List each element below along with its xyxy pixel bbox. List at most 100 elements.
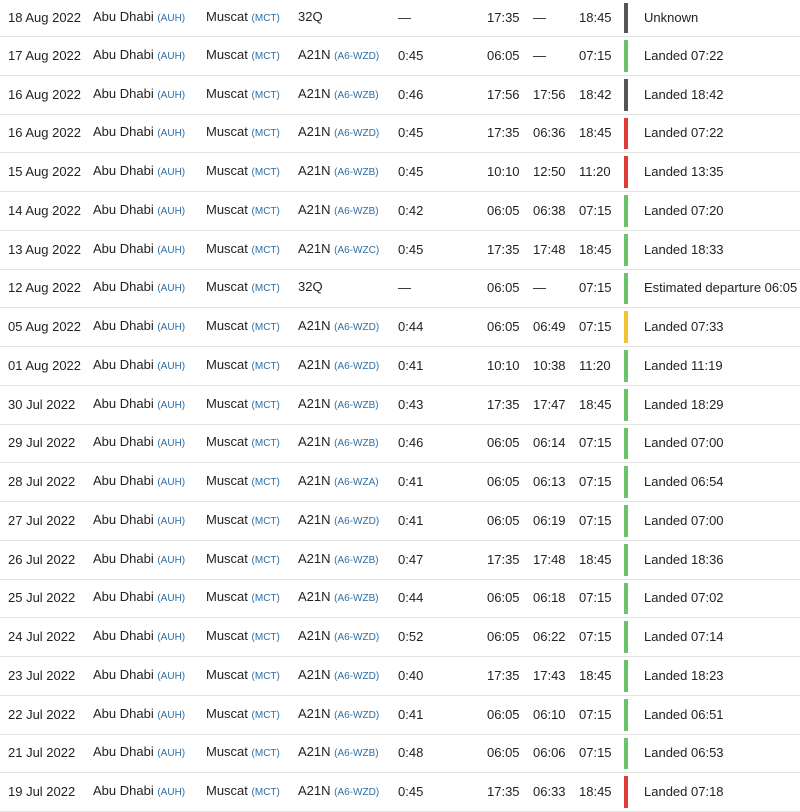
destination-code-link[interactable]: (MCT) xyxy=(252,322,280,333)
aircraft-registration-link[interactable]: (A6-WZB) xyxy=(334,167,378,178)
aircraft-registration-link[interactable]: (A6-WZD) xyxy=(334,51,379,62)
actual-departure: 12:50 xyxy=(533,164,566,180)
flight-row[interactable]: 19 Jul 2022 Abu Dhabi (AUH) Muscat (MCT)… xyxy=(0,773,800,812)
destination-city: Muscat xyxy=(206,46,248,62)
aircraft-registration-link[interactable]: (A6-WZB) xyxy=(334,206,378,217)
aircraft-registration-link[interactable]: (A6-WZD) xyxy=(334,632,379,643)
flight-row[interactable]: 16 Aug 2022 Abu Dhabi (AUH) Muscat (MCT)… xyxy=(0,76,800,115)
origin-code-link[interactable]: (AUH) xyxy=(157,90,185,101)
aircraft-registration-link[interactable]: (A6-WZD) xyxy=(334,128,379,139)
aircraft-registration-link[interactable]: (A6-WZC) xyxy=(334,245,379,256)
actual-departure: 06:19 xyxy=(533,512,566,528)
destination-code-link[interactable]: (MCT) xyxy=(252,361,280,372)
aircraft-registration-link[interactable]: (A6-WZA) xyxy=(334,477,378,488)
destination-code-link[interactable]: (MCT) xyxy=(252,748,280,759)
flight-status: Landed 06:51 xyxy=(644,706,724,722)
origin-code-link[interactable]: (AUH) xyxy=(157,400,185,411)
origin-code-link[interactable]: (AUH) xyxy=(157,206,185,217)
aircraft-type: A21N xyxy=(298,201,331,217)
flight-row[interactable]: 15 Aug 2022 Abu Dhabi (AUH) Muscat (MCT)… xyxy=(0,153,800,192)
destination-code-link[interactable]: (MCT) xyxy=(252,206,280,217)
aircraft: A21N (A6-WZB) xyxy=(298,434,379,452)
destination-code-link[interactable]: (MCT) xyxy=(252,400,280,411)
actual-departure: 06:33 xyxy=(533,784,566,800)
flight-status: Landed 07:18 xyxy=(644,784,724,800)
aircraft-registration-link[interactable]: (A6-WZD) xyxy=(334,671,379,682)
aircraft-registration-link[interactable]: (A6-WZB) xyxy=(334,438,378,449)
flight-row[interactable]: 27 Jul 2022 Abu Dhabi (AUH) Muscat (MCT)… xyxy=(0,502,800,541)
flight-duration: 0:40 xyxy=(398,667,424,683)
origin-code-link[interactable]: (AUH) xyxy=(157,13,185,24)
aircraft-registration-link[interactable]: (A6-WZB) xyxy=(334,593,378,604)
origin-code-link[interactable]: (AUH) xyxy=(157,477,185,488)
origin-code-link[interactable]: (AUH) xyxy=(157,361,185,372)
flight-row[interactable]: 12 Aug 2022 Abu Dhabi (AUH) Muscat (MCT)… xyxy=(0,270,800,309)
flight-row[interactable]: 30 Jul 2022 Abu Dhabi (AUH) Muscat (MCT)… xyxy=(0,386,800,425)
flight-row[interactable]: 13 Aug 2022 Abu Dhabi (AUH) Muscat (MCT)… xyxy=(0,231,800,270)
origin-code-link[interactable]: (AUH) xyxy=(157,555,185,566)
flight-row[interactable]: 23 Jul 2022 Abu Dhabi (AUH) Muscat (MCT)… xyxy=(0,657,800,696)
aircraft-registration-link[interactable]: (A6-WZB) xyxy=(334,555,378,566)
origin-code-link[interactable]: (AUH) xyxy=(157,516,185,527)
flight-row[interactable]: 17 Aug 2022 Abu Dhabi (AUH) Muscat (MCT)… xyxy=(0,37,800,76)
destination-code-link[interactable]: (MCT) xyxy=(252,13,280,24)
aircraft-registration-link[interactable]: (A6-WZB) xyxy=(334,400,378,411)
aircraft: A21N (A6-WZA) xyxy=(298,473,379,491)
aircraft-registration-link[interactable]: (A6-WZB) xyxy=(334,748,378,759)
destination-code-link[interactable]: (MCT) xyxy=(252,710,280,721)
origin-code-link[interactable]: (AUH) xyxy=(157,51,185,62)
destination-code-link[interactable]: (MCT) xyxy=(252,555,280,566)
destination-code-link[interactable]: (MCT) xyxy=(252,245,280,256)
destination-code-link[interactable]: (MCT) xyxy=(252,593,280,604)
flight-row[interactable]: 21 Jul 2022 Abu Dhabi (AUH) Muscat (MCT)… xyxy=(0,735,800,774)
flight-row[interactable]: 24 Jul 2022 Abu Dhabi (AUH) Muscat (MCT)… xyxy=(0,618,800,657)
origin-code-link[interactable]: (AUH) xyxy=(157,245,185,256)
destination-code-link[interactable]: (MCT) xyxy=(252,477,280,488)
flight-row[interactable]: 26 Jul 2022 Abu Dhabi (AUH) Muscat (MCT)… xyxy=(0,541,800,580)
flight-row[interactable]: 29 Jul 2022 Abu Dhabi (AUH) Muscat (MCT)… xyxy=(0,425,800,464)
destination-code-link[interactable]: (MCT) xyxy=(252,787,280,798)
origin-code-link[interactable]: (AUH) xyxy=(157,283,185,294)
flight-date: 12 Aug 2022 xyxy=(8,280,82,296)
destination-code-link[interactable]: (MCT) xyxy=(252,167,280,178)
origin-code-link[interactable]: (AUH) xyxy=(157,167,185,178)
origin-code-link[interactable]: (AUH) xyxy=(157,322,185,333)
destination-code-link[interactable]: (MCT) xyxy=(252,128,280,139)
aircraft-registration-link[interactable]: (A6-WZD) xyxy=(334,322,379,333)
aircraft-registration-link[interactable]: (A6-WZD) xyxy=(334,361,379,372)
aircraft-registration-link[interactable]: (A6-WZD) xyxy=(334,710,379,721)
aircraft-registration-link[interactable]: (A6-WZD) xyxy=(334,787,379,798)
scheduled-arrival: 07:15 xyxy=(579,629,612,645)
flight-row[interactable]: 22 Jul 2022 Abu Dhabi (AUH) Muscat (MCT)… xyxy=(0,696,800,735)
destination-code-link[interactable]: (MCT) xyxy=(252,632,280,643)
origin-code-link[interactable]: (AUH) xyxy=(157,593,185,604)
flight-row[interactable]: 14 Aug 2022 Abu Dhabi (AUH) Muscat (MCT)… xyxy=(0,192,800,231)
origin-code-link[interactable]: (AUH) xyxy=(157,671,185,682)
origin-code-link[interactable]: (AUH) xyxy=(157,632,185,643)
flight-status: Landed 07:00 xyxy=(644,512,724,528)
origin-code-link[interactable]: (AUH) xyxy=(157,128,185,139)
flight-status: Unknown xyxy=(644,10,699,25)
flight-row[interactable]: 05 Aug 2022 Abu Dhabi (AUH) Muscat (MCT)… xyxy=(0,308,800,347)
destination-city: Muscat xyxy=(206,744,248,760)
destination-code-link[interactable]: (MCT) xyxy=(252,671,280,682)
aircraft-registration-link[interactable]: (A6-WZD) xyxy=(334,516,379,527)
flight-row[interactable]: 28 Jul 2022 Abu Dhabi (AUH) Muscat (MCT)… xyxy=(0,463,800,502)
origin-code-link[interactable]: (AUH) xyxy=(157,787,185,798)
destination-code-link[interactable]: (MCT) xyxy=(252,90,280,101)
flight-row[interactable]: 25 Jul 2022 Abu Dhabi (AUH) Muscat (MCT)… xyxy=(0,580,800,619)
aircraft-registration-link[interactable]: (A6-WZB) xyxy=(334,90,378,101)
destination-code-link[interactable]: (MCT) xyxy=(252,438,280,449)
destination-code-link[interactable]: (MCT) xyxy=(252,516,280,527)
flight-row[interactable]: 16 Aug 2022 Abu Dhabi (AUH) Muscat (MCT)… xyxy=(0,115,800,154)
destination-code-link[interactable]: (MCT) xyxy=(252,51,280,62)
flight-row[interactable]: 18 Aug 2022 Abu Dhabi (AUH) Muscat (MCT)… xyxy=(0,0,800,37)
destination-code-link[interactable]: (MCT) xyxy=(252,283,280,294)
flight-date: 15 Aug 2022 xyxy=(8,164,82,180)
origin-code-link[interactable]: (AUH) xyxy=(157,748,185,759)
origin-code-link[interactable]: (AUH) xyxy=(157,710,185,721)
scheduled-departure: 06:05 xyxy=(487,435,520,451)
origin: Abu Dhabi (AUH) xyxy=(93,279,185,297)
origin-code-link[interactable]: (AUH) xyxy=(157,438,185,449)
flight-row[interactable]: 01 Aug 2022 Abu Dhabi (AUH) Muscat (MCT)… xyxy=(0,347,800,386)
